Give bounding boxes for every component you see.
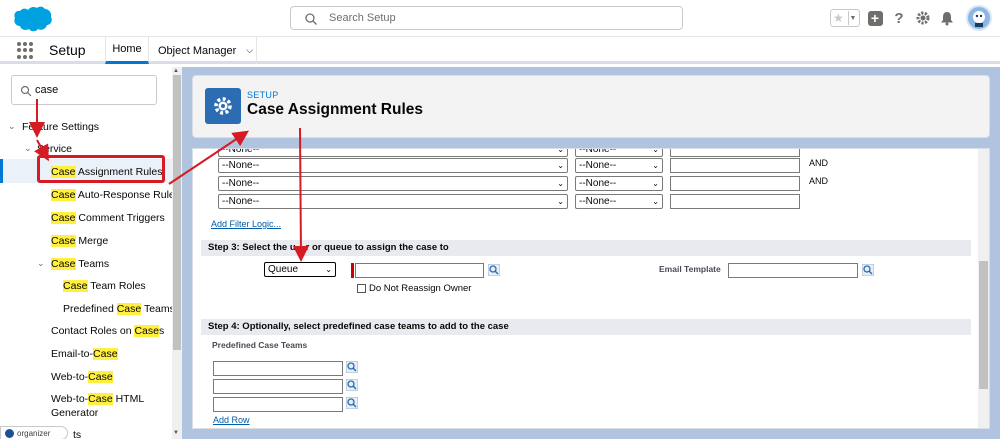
filter-value-input[interactable] bbox=[670, 158, 800, 173]
predefined-case-teams-label: Predefined Case Teams bbox=[212, 340, 308, 350]
app-name: Setup bbox=[49, 42, 86, 58]
help-icon[interactable]: ? bbox=[890, 9, 908, 27]
add-row-link[interactable]: Add Row bbox=[213, 415, 250, 425]
and-label: AND bbox=[809, 158, 829, 168]
organizer-logo-icon bbox=[5, 428, 14, 438]
filter-operator-select[interactable]: --None-- ⌄ bbox=[575, 158, 663, 173]
do-not-reassign-label: Do Not Reassign Owner bbox=[369, 283, 472, 294]
organizer-extension-badge[interactable]: organizer bbox=[0, 426, 68, 439]
and-label: AND bbox=[809, 176, 829, 186]
sidebar-item-case-teams[interactable]: Case Teams bbox=[51, 258, 109, 270]
filter-value-input[interactable] bbox=[670, 176, 800, 191]
breadcrumb[interactable]: SETUP bbox=[247, 90, 279, 100]
sidebar-item-case-auto-response-rules[interactable]: Case Auto-Response Rules bbox=[51, 189, 180, 201]
tab-object-manager[interactable]: Object Manager ⌵ bbox=[150, 37, 257, 64]
star-icon: ★ bbox=[833, 11, 844, 25]
global-actions-button[interactable]: + bbox=[866, 9, 884, 27]
case-team-input[interactable] bbox=[213, 397, 343, 412]
quick-find-value: case bbox=[35, 84, 59, 96]
global-search-input[interactable]: Search Setup bbox=[290, 6, 683, 30]
step3-header: Step 3: Select the u r or queue to assign… bbox=[201, 240, 971, 256]
chevron-down-icon[interactable]: ⌄ bbox=[37, 258, 45, 269]
app-launcher-icon[interactable] bbox=[17, 42, 34, 59]
filter-field-select[interactable]: --None-- ⌄ bbox=[218, 149, 568, 157]
case-team-input[interactable] bbox=[213, 361, 343, 376]
sidebar-scrollbar-thumb[interactable] bbox=[173, 75, 181, 350]
sidebar-item-service[interactable]: Service bbox=[37, 143, 72, 155]
chevron-down-icon[interactable]: ⌄ bbox=[8, 121, 16, 132]
email-template-input[interactable] bbox=[728, 263, 858, 278]
global-header: Search Setup ★ ▼ + ? bbox=[0, 0, 1000, 37]
add-filter-logic-link[interactable]: Add Filter Logic... bbox=[211, 219, 281, 229]
chevron-down-icon[interactable]: ⌄ bbox=[24, 143, 32, 154]
assign-type-select[interactable]: Queue ⌄ bbox=[264, 262, 336, 277]
step4-header: Step 4: Optionally, select predefined ca… bbox=[201, 319, 971, 335]
filter-operator-select[interactable]: --None-- ⌄ bbox=[575, 194, 663, 209]
search-icon bbox=[20, 85, 32, 97]
filter-operator-select[interactable]: --None-- ⌄ bbox=[575, 176, 663, 191]
sidebar-item-contact-roles-on-cases[interactable]: Contact Roles on Cases bbox=[51, 325, 164, 337]
do-not-reassign-checkbox[interactable] bbox=[357, 284, 366, 293]
organizer-label: organizer bbox=[17, 428, 51, 438]
page-header: SETUP Case Assignment Rules bbox=[192, 75, 990, 138]
step4-title: Step 4: Optionally, select predefined ca… bbox=[208, 321, 509, 332]
sidebar-item-truncated[interactable]: ts bbox=[73, 429, 81, 439]
bell-icon[interactable] bbox=[938, 9, 956, 27]
sidebar-item-email-to-case[interactable]: Email-to-Case bbox=[51, 348, 118, 360]
tab-home[interactable]: Home bbox=[105, 37, 149, 64]
lookup-icon[interactable] bbox=[346, 361, 358, 373]
context-nav-bar: Setup Home Object Manager ⌵ bbox=[0, 37, 1000, 64]
annotation-highlight-box bbox=[37, 155, 165, 183]
sidebar-item-web-to-case[interactable]: Web-to-Case bbox=[51, 371, 113, 383]
assignee-lookup-input[interactable] bbox=[355, 263, 484, 278]
sidebar-item-predefined-case-teams[interactable]: Predefined Case Teams bbox=[63, 303, 175, 315]
step3-title-tail: r or queue to assign the case to bbox=[305, 242, 449, 253]
user-avatar[interactable] bbox=[966, 5, 992, 31]
search-placeholder: Search Setup bbox=[329, 12, 396, 24]
plus-icon: + bbox=[867, 10, 883, 26]
filter-field-select[interactable]: --None-- ⌄ bbox=[218, 194, 568, 209]
lookup-icon[interactable] bbox=[346, 397, 358, 409]
setup-gear-icon bbox=[205, 88, 241, 124]
sidebar-item-web-to-case-html-generator-line2[interactable]: Generator bbox=[51, 407, 98, 419]
case-team-input[interactable] bbox=[213, 379, 343, 394]
filter-field-select[interactable]: --None-- ⌄ bbox=[218, 176, 568, 191]
tab-home-label: Home bbox=[112, 43, 142, 55]
gear-icon[interactable] bbox=[914, 9, 932, 27]
lookup-icon[interactable] bbox=[488, 264, 500, 276]
sidebar-item-case-team-roles[interactable]: Case Team Roles bbox=[63, 280, 146, 292]
sidebar-item-case-merge[interactable]: Case Merge bbox=[51, 235, 108, 247]
chevron-down-icon[interactable]: ⌵ bbox=[246, 45, 253, 56]
search-icon bbox=[305, 13, 317, 25]
quick-find-input[interactable]: case bbox=[11, 75, 157, 105]
chevron-down-icon[interactable]: ▼ bbox=[848, 11, 857, 25]
rule-entry-form: --None-- ⌄ --None-- ⌄ --None-- ⌄ --None-- ⌄ … bbox=[192, 148, 990, 429]
page-title: Case Assignment Rules bbox=[247, 101, 424, 118]
tab-object-manager-label: Object Manager bbox=[158, 44, 237, 57]
sidebar-item-case-comment-triggers[interactable]: Case Comment Triggers bbox=[51, 212, 165, 224]
step3-title: Step 3: Select the u bbox=[208, 242, 296, 253]
header-actions: ★ ▼ + ? bbox=[830, 5, 992, 31]
scroll-up-icon[interactable]: ▲ bbox=[173, 68, 179, 74]
filter-field-select[interactable]: --None-- ⌄ bbox=[218, 158, 568, 173]
setup-sidebar: case ⌄ Feature Settings ⌄ Service Case A… bbox=[0, 67, 182, 439]
required-indicator bbox=[351, 263, 354, 278]
filter-operator-select[interactable]: --None-- ⌄ bbox=[575, 149, 663, 157]
favorites-button[interactable]: ★ ▼ bbox=[830, 9, 860, 27]
lookup-icon[interactable] bbox=[346, 379, 358, 391]
salesforce-logo[interactable] bbox=[10, 4, 54, 34]
filter-value-input[interactable] bbox=[670, 194, 800, 209]
filter-value-input[interactable] bbox=[670, 149, 800, 157]
sidebar-item-web-to-case-html-generator[interactable]: Web-to-Case HTML bbox=[51, 393, 144, 405]
email-template-label: Email Template bbox=[659, 264, 721, 274]
scroll-down-icon[interactable]: ▼ bbox=[173, 430, 179, 436]
content-scrollbar-thumb[interactable] bbox=[979, 261, 988, 389]
lookup-icon[interactable] bbox=[862, 264, 874, 276]
sidebar-item-feature-settings[interactable]: Feature Settings bbox=[22, 121, 99, 133]
